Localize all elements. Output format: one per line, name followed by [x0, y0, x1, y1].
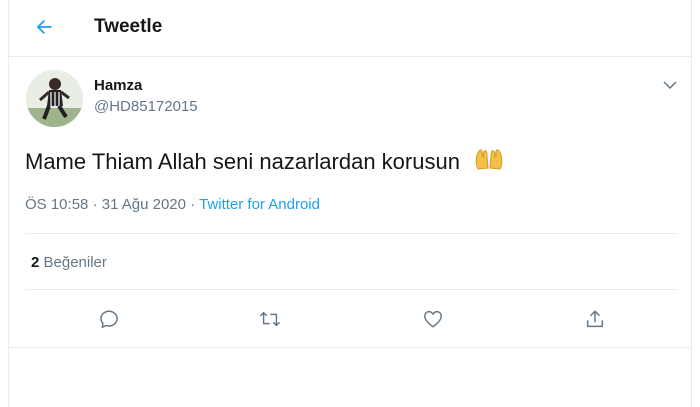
- tweet-source-link[interactable]: Twitter for Android: [199, 196, 320, 213]
- page-title: Tweetle: [94, 16, 163, 37]
- likes-count: 2: [31, 254, 40, 271]
- tweet-text-content: Mame Thiam Allah seni nazarlardan korusu…: [25, 149, 460, 174]
- header-bar: Tweetle: [9, 0, 691, 57]
- likes-label: Beğeniler: [43, 254, 107, 271]
- meta-separator: ·: [190, 196, 196, 213]
- divider: [25, 289, 677, 290]
- divider: [9, 347, 691, 348]
- reply-icon: [100, 310, 118, 328]
- share-button[interactable]: [581, 305, 609, 333]
- avatar[interactable]: [26, 70, 83, 127]
- tweet-page: Tweetle Hamza @HD85172015 Mame Thiam All…: [8, 0, 692, 407]
- reply-button[interactable]: [95, 305, 123, 333]
- author-handle[interactable]: @HD85172015: [94, 98, 198, 115]
- tweet-text: Mame Thiam Allah seni nazarlardan korusu…: [25, 147, 504, 179]
- retweet-icon: [260, 311, 280, 327]
- avatar-image: [26, 70, 83, 127]
- tweet-date[interactable]: 31 Ağu 2020: [102, 196, 186, 213]
- like-button[interactable]: [419, 305, 447, 333]
- likes-stat[interactable]: 2 Beğeniler: [31, 254, 107, 271]
- tweet-meta: ÖS 10:58 · 31 Ağu 2020 · Twitter for And…: [25, 196, 320, 213]
- divider: [25, 233, 677, 234]
- share-icon: [586, 310, 604, 328]
- raised-hands-emoji: [474, 147, 504, 179]
- back-button[interactable]: [29, 12, 59, 42]
- author-name[interactable]: Hamza: [94, 77, 142, 94]
- meta-separator: ·: [92, 196, 98, 213]
- chevron-down-icon: [663, 81, 677, 90]
- arrow-left-icon: [36, 19, 52, 35]
- tweet-time[interactable]: ÖS 10:58: [25, 196, 88, 213]
- tweet-actions: [9, 297, 691, 341]
- more-options-button[interactable]: [659, 76, 681, 94]
- retweet-button[interactable]: [256, 305, 284, 333]
- like-icon: [424, 310, 442, 328]
